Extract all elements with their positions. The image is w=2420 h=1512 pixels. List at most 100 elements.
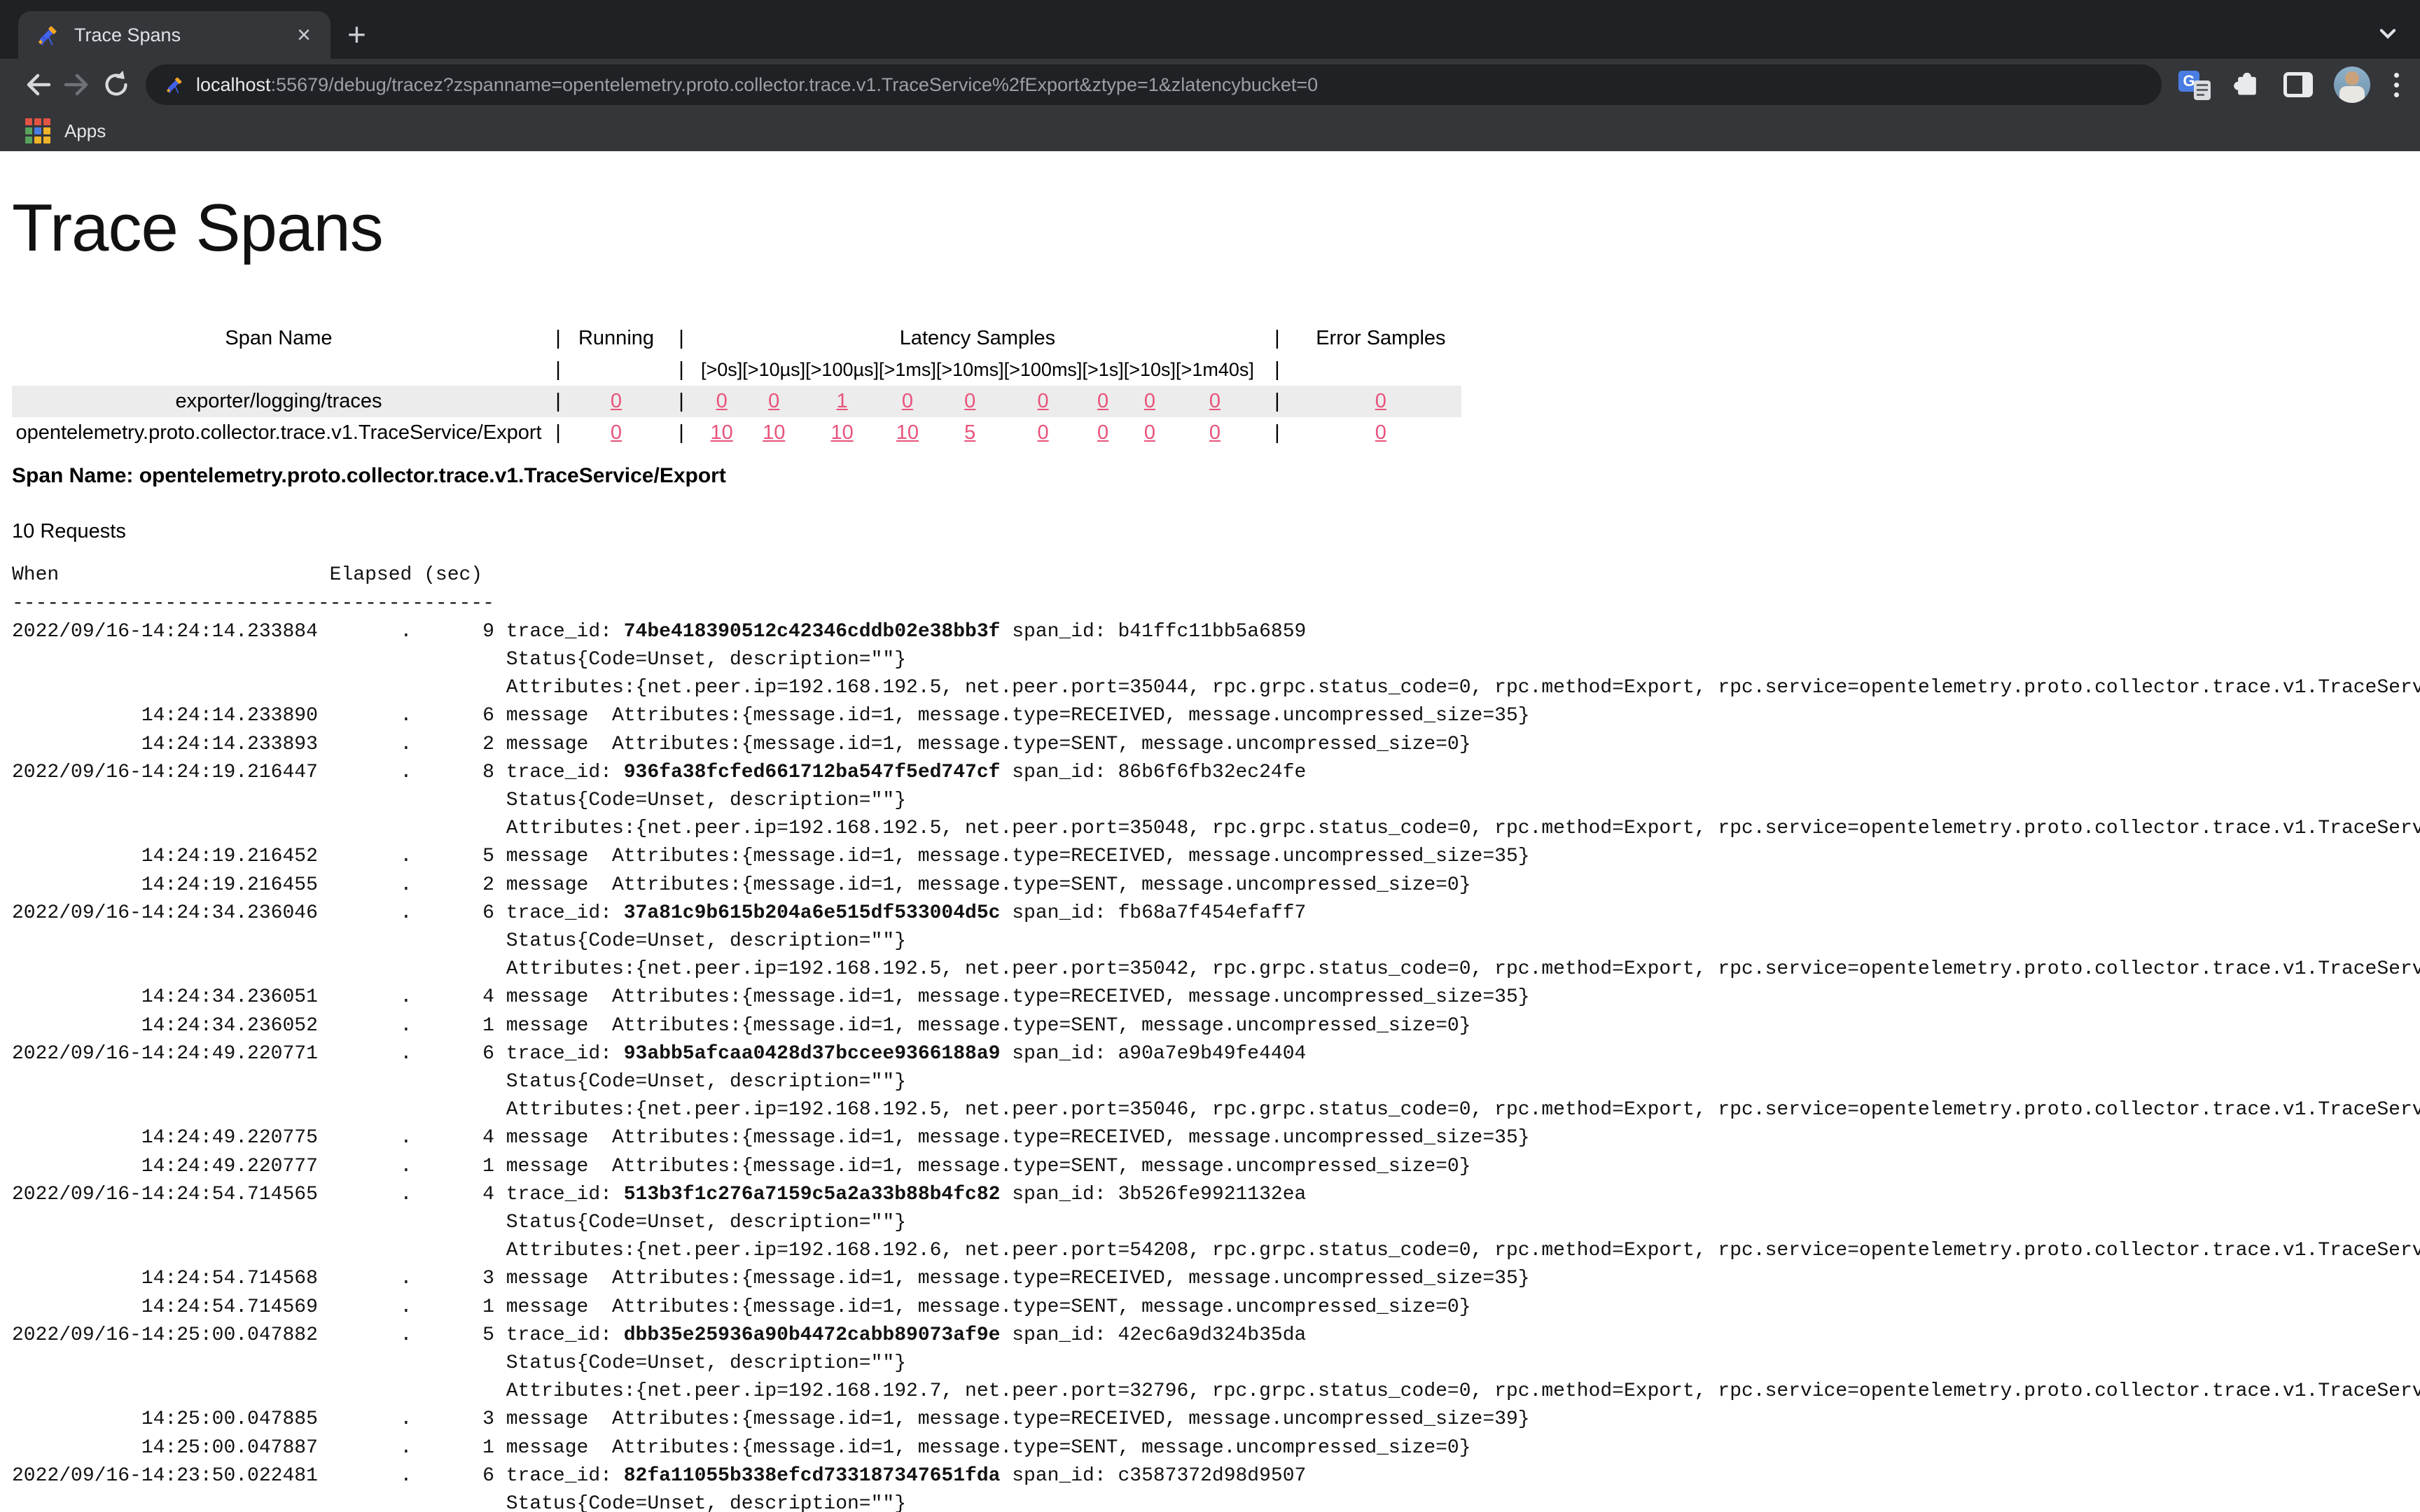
latency-bucket-header: [>10s] bbox=[1124, 354, 1176, 386]
request-status-line: Status{Code=Unset, description=""} bbox=[12, 1490, 2420, 1512]
latency-count-link[interactable]: 10 bbox=[763, 421, 785, 444]
url-path: :55679/debug/tracez?zspanname=openteleme… bbox=[271, 74, 1319, 95]
apps-shortcut[interactable]: Apps bbox=[25, 118, 106, 144]
column-divider: | bbox=[662, 417, 701, 449]
latency-count-cell: 10 bbox=[742, 417, 805, 449]
latency-count-link[interactable]: 0 bbox=[1144, 390, 1155, 412]
error-count-link[interactable]: 0 bbox=[1375, 390, 1386, 412]
request-attributes-line: Attributes:{net.peer.ip=192.168.192.5, n… bbox=[12, 955, 2420, 983]
column-divider: | bbox=[545, 354, 571, 386]
side-panel-icon[interactable] bbox=[2283, 72, 2313, 97]
request-main-line: 2022/09/16-14:24:54.714565 . 4 trace_id:… bbox=[12, 1181, 2420, 1209]
latency-count-cell: 0 bbox=[742, 386, 805, 417]
latency-count-cell: 0 bbox=[701, 386, 742, 417]
trace-id-value: 93abb5afcaa0428d37bccee9366188a9 bbox=[624, 1043, 1001, 1065]
running-count-cell: 0 bbox=[571, 417, 662, 449]
request-event-line: 14:24:54.714569 . 1 message Attributes:{… bbox=[12, 1294, 2420, 1322]
latency-count-link[interactable]: 1 bbox=[837, 390, 848, 412]
latency-count-link[interactable]: 0 bbox=[768, 390, 779, 412]
span-name: exporter/logging/traces bbox=[12, 386, 545, 417]
request-attributes-line: Attributes:{net.peer.ip=192.168.192.5, n… bbox=[12, 815, 2420, 843]
latency-count-cell: 0 bbox=[1004, 386, 1083, 417]
latency-count-link[interactable]: 10 bbox=[830, 421, 853, 444]
profile-avatar[interactable] bbox=[2334, 66, 2370, 103]
span-name-header: Span Name bbox=[12, 323, 545, 354]
column-divider: | bbox=[1254, 323, 1300, 354]
latency-count-cell: 0 bbox=[879, 386, 936, 417]
new-tab-button[interactable]: + bbox=[347, 18, 366, 50]
latency-count-link[interactable]: 0 bbox=[1209, 421, 1221, 444]
latency-count-link[interactable]: 0 bbox=[1037, 390, 1048, 412]
latency-samples-header: Latency Samples bbox=[701, 323, 1254, 354]
request-attributes-line: Attributes:{net.peer.ip=192.168.192.7, n… bbox=[12, 1378, 2420, 1406]
request-log: When Elapsed (sec)----------------------… bbox=[12, 561, 2420, 1512]
spacer bbox=[571, 354, 662, 386]
latency-count-cell: 0 bbox=[1176, 386, 1254, 417]
tab-search-chevron-icon[interactable] bbox=[2372, 18, 2403, 52]
latency-count-link[interactable]: 5 bbox=[964, 421, 975, 444]
trace-id-value: 82fa11055b338efcd733187347651fda bbox=[624, 1465, 1001, 1487]
refresh-button[interactable] bbox=[97, 65, 136, 104]
page-title: Trace Spans bbox=[12, 190, 2420, 267]
request-event-line: 14:25:00.047887 . 1 message Attributes:{… bbox=[12, 1434, 2420, 1462]
request-main-line: 2022/09/16-14:23:50.022481 . 6 trace_id:… bbox=[12, 1462, 2420, 1490]
running-count-link[interactable]: 0 bbox=[611, 390, 622, 412]
latency-count-link[interactable]: 0 bbox=[902, 390, 913, 412]
translate-icon[interactable]: G bbox=[2178, 69, 2211, 100]
error-count-cell: 0 bbox=[1300, 417, 1461, 449]
latency-count-link[interactable]: 0 bbox=[716, 390, 728, 412]
extensions-puzzle-icon[interactable] bbox=[2232, 68, 2262, 102]
url-text: localhost:55679/debug/tracez?zspanname=o… bbox=[196, 74, 1318, 96]
request-status-line: Status{Code=Unset, description=""} bbox=[12, 1350, 2420, 1378]
span-summary-table: Span Name | Running | Latency Samples | … bbox=[12, 323, 1461, 449]
request-event-line: 14:24:19.216455 . 2 message Attributes:{… bbox=[12, 872, 2420, 899]
column-divider: | bbox=[662, 354, 701, 386]
request-status-line: Status{Code=Unset, description=""} bbox=[12, 646, 2420, 674]
apps-grid-icon bbox=[25, 118, 50, 144]
log-column-header: When Elapsed (sec) bbox=[12, 561, 2420, 589]
request-attributes-line: Attributes:{net.peer.ip=192.168.192.5, n… bbox=[12, 674, 2420, 702]
latency-count-cell: 0 bbox=[1124, 417, 1176, 449]
latency-count-link[interactable]: 0 bbox=[1144, 421, 1155, 444]
latency-count-link[interactable]: 0 bbox=[1209, 390, 1221, 412]
browser-window: Trace Spans × + bbox=[0, 0, 2420, 1512]
request-count: 10 Requests bbox=[12, 520, 2420, 543]
latency-count-link[interactable]: 10 bbox=[711, 421, 733, 444]
latency-count-cell: 0 bbox=[1176, 417, 1254, 449]
latency-count-link[interactable]: 0 bbox=[1097, 390, 1108, 412]
request-event-line: 14:24:34.236051 . 4 message Attributes:{… bbox=[12, 983, 2420, 1011]
request-main-line: 2022/09/16-14:24:19.216447 . 8 trace_id:… bbox=[12, 759, 2420, 787]
column-divider: | bbox=[545, 417, 571, 449]
spacer bbox=[12, 354, 545, 386]
latency-count-cell: 5 bbox=[936, 417, 1004, 449]
error-samples-header: Error Samples bbox=[1300, 323, 1461, 354]
request-event-line: 14:24:49.220775 . 4 message Attributes:{… bbox=[12, 1124, 2420, 1152]
back-button[interactable] bbox=[18, 65, 57, 104]
latency-count-link[interactable]: 10 bbox=[896, 421, 919, 444]
trace-id-value: 37a81c9b615b204a6e515df533004d5c bbox=[624, 902, 1001, 924]
error-count-link[interactable]: 0 bbox=[1375, 421, 1386, 444]
latency-count-link[interactable]: 0 bbox=[1097, 421, 1108, 444]
column-divider: | bbox=[1254, 354, 1300, 386]
forward-button[interactable] bbox=[57, 65, 97, 104]
request-status-line: Status{Code=Unset, description=""} bbox=[12, 927, 2420, 955]
latency-count-link[interactable]: 0 bbox=[1037, 421, 1048, 444]
request-event-line: 14:24:14.233893 . 2 message Attributes:{… bbox=[12, 731, 2420, 759]
tracez-page: Trace Spans Span Name | Running | Latenc… bbox=[0, 151, 2420, 1512]
log-divider: ----------------------------------------… bbox=[12, 590, 2420, 618]
request-attributes-line: Attributes:{net.peer.ip=192.168.192.5, n… bbox=[12, 1096, 2420, 1124]
running-count-link[interactable]: 0 bbox=[611, 421, 622, 444]
menu-kebab-icon[interactable] bbox=[2391, 70, 2402, 100]
column-divider: | bbox=[545, 323, 571, 354]
latency-bucket-header: [>1s] bbox=[1082, 354, 1123, 386]
request-status-line: Status{Code=Unset, description=""} bbox=[12, 1068, 2420, 1096]
selected-span-heading: Span Name: opentelemetry.proto.collector… bbox=[12, 464, 2420, 488]
tab-close-icon[interactable]: × bbox=[290, 23, 318, 47]
url-bar[interactable]: localhost:55679/debug/tracez?zspanname=o… bbox=[146, 64, 2162, 105]
latency-count-cell: 0 bbox=[1004, 417, 1083, 449]
latency-bucket-header: [>10ms] bbox=[936, 354, 1004, 386]
latency-count-link[interactable]: 0 bbox=[964, 390, 975, 412]
tab-trace-spans[interactable]: Trace Spans × bbox=[18, 11, 331, 59]
trace-id-value: 74be418390512c42346cddb02e38bb3f bbox=[624, 621, 1001, 643]
request-main-line: 2022/09/16-14:24:34.236046 . 6 trace_id:… bbox=[12, 899, 2420, 927]
